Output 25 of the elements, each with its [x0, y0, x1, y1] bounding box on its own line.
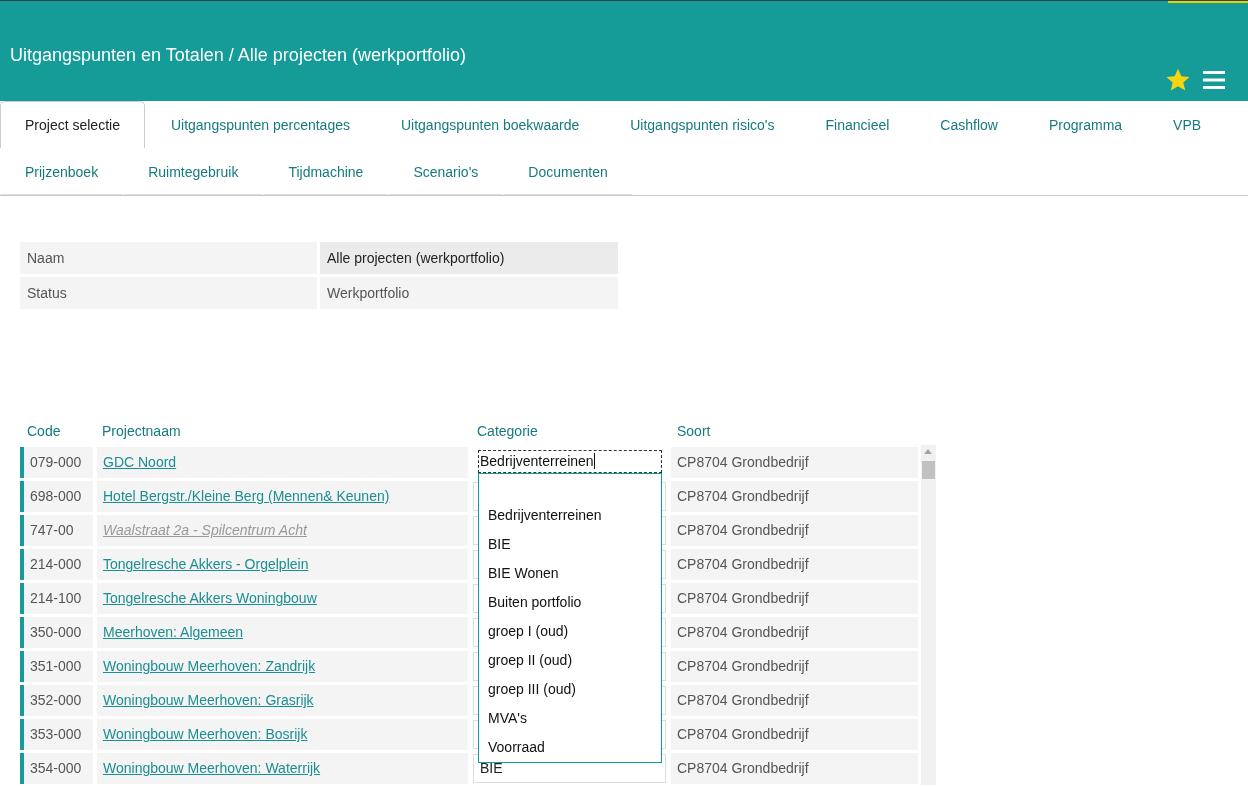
table-cell: 352-000	[24, 685, 93, 716]
table-cell: CP8704 Grondbedrijf	[671, 719, 918, 750]
field-value: Alle projecten (werkportfolio)	[320, 242, 618, 274]
table-cell: 353-000	[24, 719, 93, 750]
table-cell: 350-000	[24, 617, 93, 648]
table-cell: CP8704 Grondbedrijf	[671, 685, 918, 716]
table-cell: CP8704 Grondbedrijf	[671, 583, 918, 614]
field-label: Naam	[20, 242, 317, 274]
table-cell: CP8704 Grondbedrijf	[671, 617, 918, 648]
table-cell: CP8704 Grondbedrijf	[671, 549, 918, 580]
field-label: Status	[20, 277, 317, 309]
table-cell: CP8704 Grondbedrijf	[671, 481, 918, 512]
table-cell: 351-000	[24, 651, 93, 682]
table-cell: CP8704 Grondbedrijf	[671, 651, 918, 682]
table-cell: 214-100	[24, 583, 93, 614]
table-cell: 214-000	[24, 549, 93, 580]
table-cell: CP8704 Grondbedrijf	[671, 447, 918, 478]
table-cell: CP8704 Grondbedrijf	[671, 753, 918, 784]
table-cell: CP8704 Grondbedrijf	[671, 515, 918, 546]
table-cell: 079-000	[24, 447, 93, 478]
table-cell: 698-000	[24, 481, 93, 512]
field-value: Werkportfolio	[320, 277, 618, 309]
page-title: Uitgangspunten en Totalen / Alle projecten (werkportfolio)	[10, 45, 466, 66]
table-cell: 354-000	[24, 753, 93, 784]
table-cell: 747-00	[24, 515, 93, 546]
